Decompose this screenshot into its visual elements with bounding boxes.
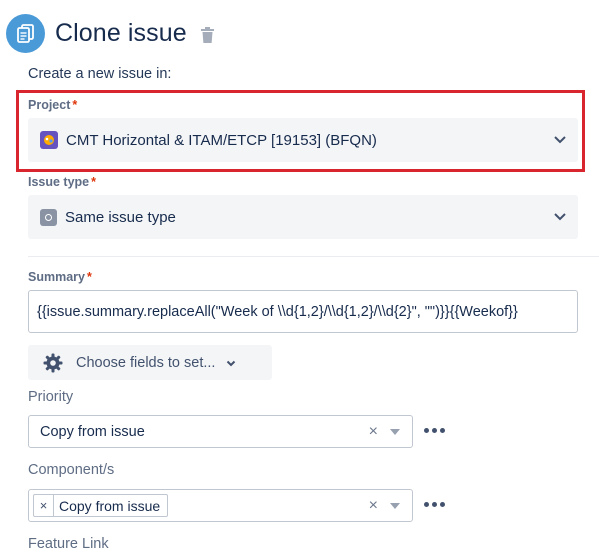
choose-fields-label: Choose fields to set...	[76, 354, 216, 371]
intro-text: Create a new issue in:	[28, 66, 172, 82]
components-select[interactable]: × Copy from issue ×	[28, 489, 413, 522]
issue-type-value: Same issue type	[65, 208, 176, 226]
gear-icon	[43, 353, 63, 372]
priority-select[interactable]: Copy from issue ×	[28, 415, 413, 448]
components-label: Component/s	[28, 462, 115, 478]
required-marker: *	[86, 270, 92, 284]
summary-input[interactable]: {{issue.summary.replaceAll("Week of \\d{…	[28, 290, 578, 333]
clear-icon[interactable]: ×	[369, 424, 378, 440]
required-marker: *	[91, 175, 97, 189]
component-chip: × Copy from issue	[33, 494, 169, 517]
feature-link-label: Feature Link	[28, 536, 109, 552]
chip-label: Copy from issue	[59, 497, 161, 514]
priority-value: Copy from issue	[40, 423, 145, 440]
chevron-down-icon[interactable]	[552, 208, 568, 224]
chevron-down-icon	[225, 357, 237, 369]
summary-label: Summary *	[28, 270, 92, 284]
clone-issue-icon	[6, 13, 45, 53]
priority-label: Priority	[28, 389, 74, 405]
page-title: Clone issue	[55, 18, 187, 47]
caret-down-icon[interactable]	[390, 429, 400, 435]
choose-fields-button[interactable]: Choose fields to set...	[28, 345, 272, 380]
caret-down-icon[interactable]	[390, 503, 400, 509]
issue-type-label-text: Issue type	[28, 175, 90, 189]
more-icon[interactable]	[424, 502, 445, 507]
project-highlight-box	[16, 90, 585, 172]
header: Clone issue	[6, 13, 214, 53]
issue-type-icon	[40, 208, 57, 226]
trash-icon[interactable]	[200, 27, 214, 43]
clear-icon[interactable]: ×	[369, 498, 378, 514]
more-icon[interactable]	[424, 428, 445, 433]
chip-remove-icon[interactable]: ×	[34, 495, 54, 516]
summary-label-text: Summary	[28, 270, 85, 284]
issue-type-select[interactable]: Same issue type	[28, 195, 578, 239]
divider	[28, 256, 599, 257]
issue-type-label: Issue type *	[28, 175, 96, 189]
